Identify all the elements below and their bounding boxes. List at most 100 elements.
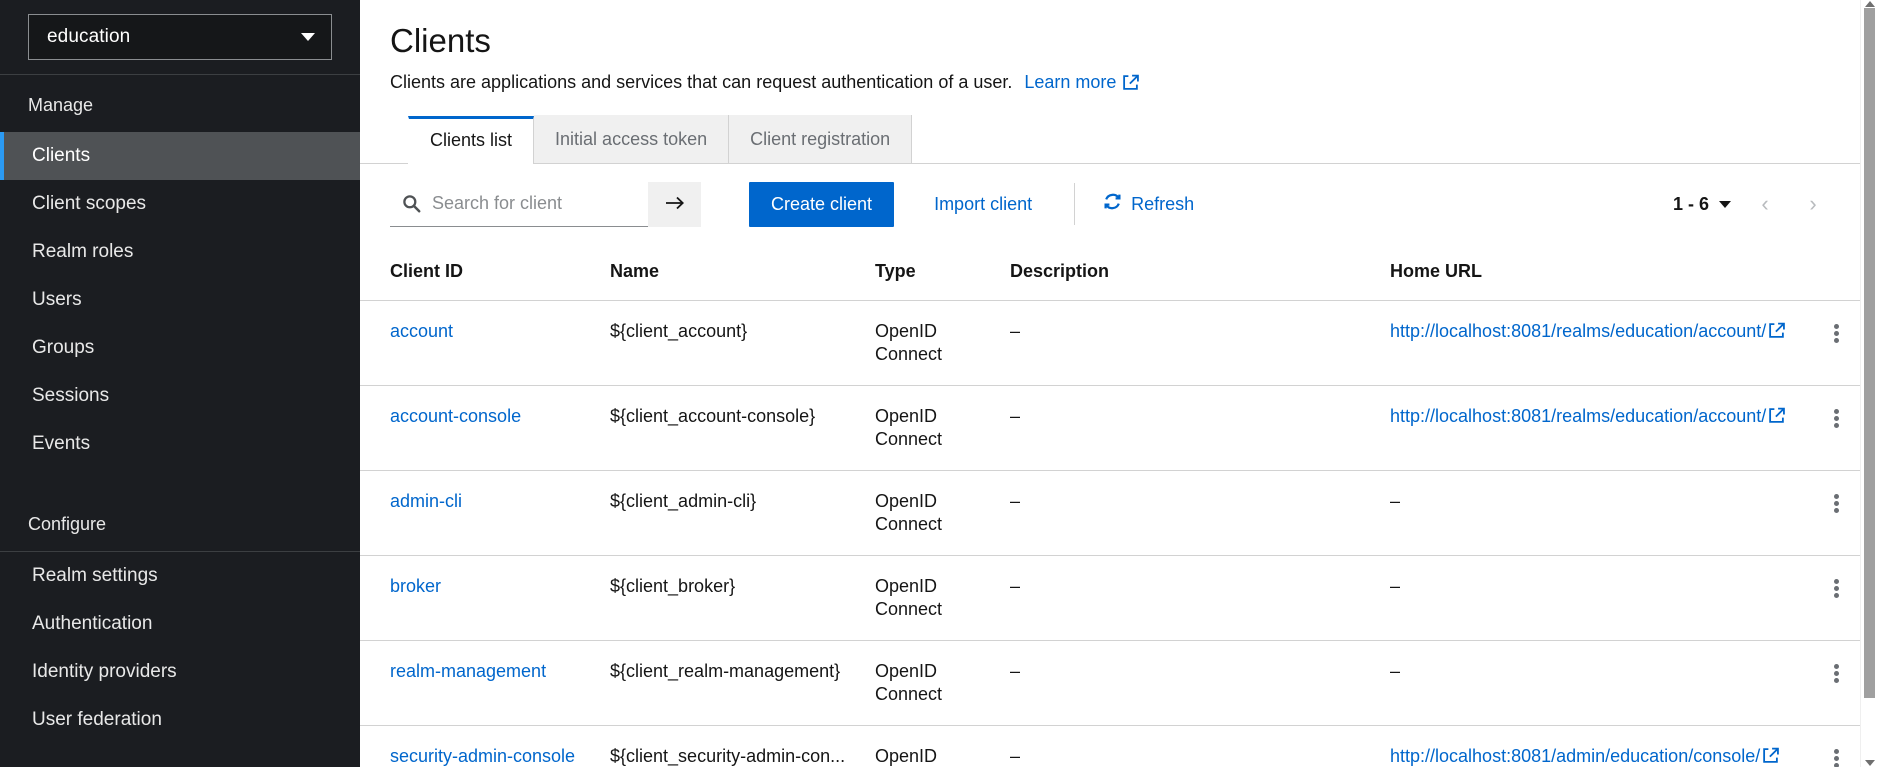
cell-name: ${client_broker} bbox=[610, 555, 875, 642]
search-group bbox=[390, 181, 701, 227]
tab-clients-list[interactable]: Clients list bbox=[408, 115, 535, 164]
client-id-link[interactable]: account bbox=[390, 321, 453, 341]
sidebar-item-groups[interactable]: Groups bbox=[0, 324, 360, 372]
row-kebab-menu-icon[interactable] bbox=[1817, 745, 1855, 767]
table-head: Client ID Name Type Description Home URL bbox=[360, 244, 1877, 301]
table-row: broker ${client_broker} OpenID Connect – – bbox=[360, 555, 1877, 642]
sidebar-item-label: Events bbox=[32, 433, 91, 454]
sidebar-item-clients[interactable]: Clients bbox=[0, 132, 360, 180]
row-kebab-menu-icon[interactable] bbox=[1817, 490, 1855, 515]
scroll-down-arrow-icon[interactable] bbox=[1865, 760, 1875, 766]
sidebar-item-label: Client scopes bbox=[32, 193, 147, 214]
external-link-icon bbox=[1122, 74, 1140, 91]
home-url-link[interactable]: http://localhost:8081/realms/education/a… bbox=[1390, 405, 1807, 428]
page-description-row: Clients are applications and services th… bbox=[390, 72, 1847, 93]
home-url-link[interactable]: http://localhost:8081/realms/education/a… bbox=[1390, 320, 1807, 343]
scroll-up-arrow-icon[interactable] bbox=[1865, 1, 1875, 7]
cell-home-url: http://localhost:8081/realms/education/a… bbox=[1390, 300, 1817, 387]
client-id-link[interactable]: account-console bbox=[390, 406, 521, 426]
vertical-scrollbar[interactable] bbox=[1860, 0, 1877, 767]
client-id-link[interactable]: realm-management bbox=[390, 661, 546, 681]
search-input[interactable] bbox=[432, 193, 636, 215]
cell-type: OpenID Connect bbox=[875, 385, 1010, 472]
table-row: account-console ${client_account-console}… bbox=[360, 385, 1877, 472]
cell-description: – bbox=[1010, 300, 1390, 387]
sidebar-item-label: Authentication bbox=[32, 613, 153, 634]
realm-selector[interactable]: education bbox=[28, 14, 332, 60]
tab-initial-access-token[interactable]: Initial access token bbox=[534, 114, 730, 163]
cell-type: OpenID Connect bbox=[875, 725, 1010, 767]
refresh-label: Refresh bbox=[1131, 193, 1195, 214]
column-header-description: Description bbox=[1010, 244, 1390, 301]
sidebar-item-user-federation[interactable]: User federation bbox=[0, 696, 360, 744]
refresh-icon bbox=[1103, 192, 1122, 216]
cell-name: ${client_account-console} bbox=[610, 385, 875, 472]
client-id-link[interactable]: broker bbox=[390, 576, 441, 596]
sidebar-item-sessions[interactable]: Sessions bbox=[0, 372, 360, 420]
tab-bar: Clients list Initial access token Client… bbox=[360, 114, 1877, 164]
sidebar-item-label: Users bbox=[32, 289, 82, 310]
sidebar-item-users[interactable]: Users bbox=[0, 276, 360, 324]
cell-client-id: account-console bbox=[360, 385, 610, 472]
arrow-right-icon bbox=[664, 194, 686, 215]
client-id-link[interactable]: security-admin-console bbox=[390, 746, 575, 766]
table-row: account ${client_account} OpenID Connect – h… bbox=[360, 300, 1877, 387]
pagination-prev-button[interactable]: ‹ bbox=[1743, 182, 1787, 226]
cell-name: ${client_realm-management} bbox=[610, 640, 875, 727]
cell-name: ${client_admin-cli} bbox=[610, 470, 875, 557]
cell-home-url: – bbox=[1390, 640, 1817, 727]
pagination-next-button[interactable]: › bbox=[1791, 182, 1835, 226]
cell-description: – bbox=[1010, 385, 1390, 472]
home-url-link[interactable]: http://localhost:8081/admin/education/co… bbox=[1390, 745, 1807, 767]
external-link-icon bbox=[1762, 747, 1780, 764]
sidebar-item-identity-providers[interactable]: Identity providers bbox=[0, 648, 360, 696]
sidebar-item-realm-roles[interactable]: Realm roles bbox=[0, 228, 360, 276]
search-submit-button[interactable] bbox=[648, 181, 701, 227]
import-client-button[interactable]: Import client bbox=[920, 182, 1046, 227]
sidebar-item-events[interactable]: Events bbox=[0, 420, 360, 468]
search-box[interactable] bbox=[390, 181, 648, 227]
create-client-button[interactable]: Create client bbox=[749, 181, 895, 227]
sidebar-item-authentication[interactable]: Authentication bbox=[0, 600, 360, 648]
sidebar-item-client-scopes[interactable]: Client scopes bbox=[0, 180, 360, 228]
cell-client-id: security-admin-console bbox=[360, 725, 610, 767]
column-header-client-id: Client ID bbox=[360, 244, 610, 301]
cell-home-url: http://localhost:8081/realms/education/a… bbox=[1390, 385, 1817, 472]
cell-client-id: admin-cli bbox=[360, 470, 610, 557]
tab-label: Initial access token bbox=[555, 128, 708, 149]
table-body: account ${client_account} OpenID Connect – h… bbox=[360, 300, 1877, 767]
chevron-down-icon bbox=[1719, 200, 1731, 208]
home-url-text: http://localhost:8081/realms/education/a… bbox=[1390, 406, 1767, 426]
home-url-text: http://localhost:8081/realms/education/a… bbox=[1390, 320, 1767, 341]
tab-client-registration[interactable]: Client registration bbox=[729, 114, 913, 163]
sidebar-item-label: User federation bbox=[32, 709, 162, 730]
row-kebab-menu-icon[interactable] bbox=[1817, 320, 1855, 345]
pagination-range-dropdown[interactable]: 1 - 6 bbox=[1665, 188, 1739, 221]
client-id-link[interactable]: admin-cli bbox=[390, 491, 462, 511]
sidebar-item-realm-settings[interactable]: Realm settings bbox=[0, 552, 360, 600]
row-kebab-menu-icon[interactable] bbox=[1817, 575, 1855, 600]
external-link-icon bbox=[1768, 322, 1786, 339]
sidebar-item-label: Realm settings bbox=[32, 565, 158, 586]
toolbar-divider bbox=[1074, 183, 1076, 226]
learn-more-link[interactable]: Learn more bbox=[1024, 71, 1140, 93]
nav-group-title-configure: Configure bbox=[28, 514, 107, 534]
pagination-range: 1 - 6 bbox=[1672, 193, 1709, 214]
learn-more-label: Learn more bbox=[1024, 71, 1117, 92]
refresh-button[interactable]: Refresh bbox=[1103, 182, 1194, 227]
pagination: 1 - 6 ‹ › bbox=[1665, 182, 1847, 226]
scrollbar-thumb[interactable] bbox=[1864, 8, 1875, 698]
cell-description: – bbox=[1010, 725, 1390, 767]
cell-type: OpenID Connect bbox=[875, 300, 1010, 387]
clients-table: Client ID Name Type Description Home URL… bbox=[360, 244, 1877, 767]
cell-name: ${client_security-admin-con... bbox=[610, 725, 875, 767]
nav-group-title-manage: Manage bbox=[28, 95, 94, 115]
sidebar-item-label: Realm roles bbox=[32, 241, 134, 262]
table-row: admin-cli ${client_admin-cli} OpenID Conne… bbox=[360, 470, 1877, 557]
row-kebab-menu-icon[interactable] bbox=[1817, 405, 1855, 430]
row-kebab-menu-icon[interactable] bbox=[1817, 660, 1855, 685]
sidebar: education Manage Clients Client scopes R… bbox=[0, 0, 360, 767]
realm-selector-container: education bbox=[0, 0, 360, 74]
cell-description: – bbox=[1010, 555, 1390, 642]
